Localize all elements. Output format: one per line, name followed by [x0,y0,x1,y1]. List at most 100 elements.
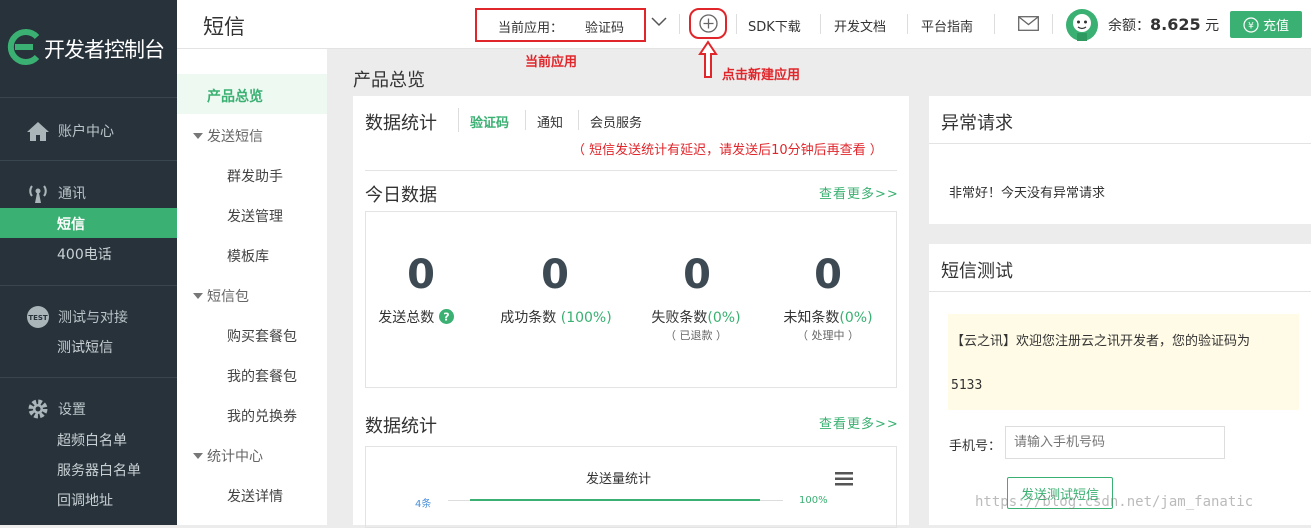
dev-docs-link[interactable]: 开发文档 [834,16,886,35]
triangle-down-icon [193,133,203,139]
stats-title: 数据统计 [365,113,437,134]
stats2-title: 数据统计 [365,416,437,437]
divider [0,285,177,286]
divider [679,14,680,34]
subnav-overview[interactable]: 产品总览 [207,86,263,106]
stat-label-text: 失败条数 [651,310,708,326]
delay-note: （ 短信发送统计有延迟，请发送后10分钟后再查看 ） [572,143,883,158]
subnav-group-package[interactable]: 短信包 [193,286,249,306]
annotation-new-app: 点击新建应用 [722,68,801,83]
current-app-value: 验证码 [585,21,625,36]
stat-pct: (0%) [707,310,741,326]
sidebar-item-whitelist[interactable]: 超频白名单 [57,430,127,450]
sidebar-item-label: 设置 [58,402,86,418]
chevron-down-icon[interactable] [651,17,667,27]
logo-title: 开发者控制台 [44,38,165,62]
stat-unknown-sub: （ 处理中 ） [797,329,859,342]
add-app-button[interactable] [689,8,727,39]
subnav-item-send-manage[interactable]: 发送管理 [227,206,283,226]
charge-button[interactable]: ¥ 充值 [1230,11,1302,38]
subnav-item-bulk[interactable]: 群发助手 [227,166,283,186]
sms-preview-code: 5133 [951,378,983,393]
svg-text:¥: ¥ [1248,21,1254,31]
gear-icon [28,399,48,419]
phone-label: 手机号： [949,439,1002,454]
logo-icon [7,29,40,65]
up-arrow-annotation-icon [698,40,718,78]
sidebar-item-settings[interactable]: 设置 [26,397,86,421]
sidebar-item-label: 账户中心 [58,124,114,140]
page-title: 短信 [203,15,245,39]
today-box [365,211,897,388]
subnav-group-label: 统计中心 [207,449,263,465]
subnav-group-label: 发送短信 [207,129,263,145]
sidebar-item-account[interactable]: 账户中心 [26,120,114,142]
divider [929,143,1311,144]
overview-title: 产品总览 [353,70,425,91]
help-icon[interactable]: ? [438,309,454,324]
abnormal-title: 异常请求 [941,113,1013,134]
tab-member[interactable]: 会员服务 [590,112,642,131]
balance: 余额：8.625 元 [1108,15,1219,35]
divider [907,14,908,34]
current-app-label: 当前应用： [498,21,564,36]
menu-icon[interactable] [835,472,853,486]
watermark: https://blog.csdn.net/jam_fanatic [975,494,1254,510]
sidebar-item-label: 通讯 [58,186,86,202]
stat-fail-value: 0 [683,252,711,298]
phone-input[interactable] [1005,426,1225,459]
divider [929,291,1311,292]
subnav-group-stats[interactable]: 统计中心 [193,446,263,466]
subnav-item-my-package[interactable]: 我的套餐包 [227,366,297,386]
stat-unknown-label: 未知条数(0%) [758,307,898,327]
sidebar-item-sms[interactable]: 短信 [57,214,85,234]
home-icon [27,122,49,141]
subnav-group-label: 短信包 [207,289,249,305]
sdk-download-link[interactable]: SDK下载 [748,16,801,35]
stats2-more-link[interactable]: 查看更多>> [819,413,899,432]
chart-right-label: 100% [799,495,828,506]
divider [0,377,177,378]
mail-icon[interactable] [1018,16,1039,31]
sidebar-item-400[interactable]: 400电话 [57,244,112,264]
divider [525,110,526,130]
stat-total-value: 0 [407,252,435,298]
stat-unknown-value: 0 [814,252,842,298]
subnav-item-send-detail[interactable]: 发送详情 [227,486,283,506]
sidebar-item-server-whitelist[interactable]: 服务器白名单 [57,460,141,480]
stat-label-text: 未知条数 [783,310,840,326]
tab-notice[interactable]: 通知 [537,112,563,131]
today-more-link[interactable]: 查看更多>> [819,183,899,202]
subnav-item-coupons[interactable]: 我的兑换券 [227,406,297,426]
subnav-item-templates[interactable]: 模板库 [227,246,269,266]
stat-label-text: 发送总数 [378,310,435,326]
sidebar-item-test-sms[interactable]: 测试短信 [57,337,113,357]
stat-total-label: 发送总数 ? [346,307,486,327]
divider [736,14,737,34]
sidebar-item-comm[interactable]: 通讯 [26,182,86,204]
platform-guide-link[interactable]: 平台指南 [921,16,973,35]
current-app-selector[interactable]: 当前应用： 验证码 [475,8,646,42]
divider [0,160,177,161]
stat-fail-sub: （ 已退款 ） [665,329,727,342]
divider [578,110,579,130]
sidebar-item-callback[interactable]: 回调地址 [57,490,113,510]
sms-preview [948,314,1299,410]
triangle-down-icon [193,293,203,299]
divider [820,14,821,34]
chart-box [365,446,897,528]
divider [994,14,995,34]
yen-icon: ¥ [1243,16,1259,33]
avatar[interactable] [1065,8,1099,42]
stat-fail-label: 失败条数(0%) [626,307,766,327]
subnav-group-send[interactable]: 发送短信 [193,126,263,146]
sidebar-item-label: 测试与对接 [58,310,128,326]
logo-area: 开发者控制台 [0,0,177,98]
sidebar-item-test[interactable]: TEST 测试与对接 [26,305,128,329]
subnav-item-buy-package[interactable]: 购买套餐包 [227,326,297,346]
stat-label-text: 成功条数 [500,310,561,326]
abnormal-message: 非常好！今天没有异常请求 [949,186,1106,201]
antenna-icon [29,185,47,203]
balance-label: 余额： [1108,18,1150,34]
tab-captcha[interactable]: 验证码 [470,112,509,131]
